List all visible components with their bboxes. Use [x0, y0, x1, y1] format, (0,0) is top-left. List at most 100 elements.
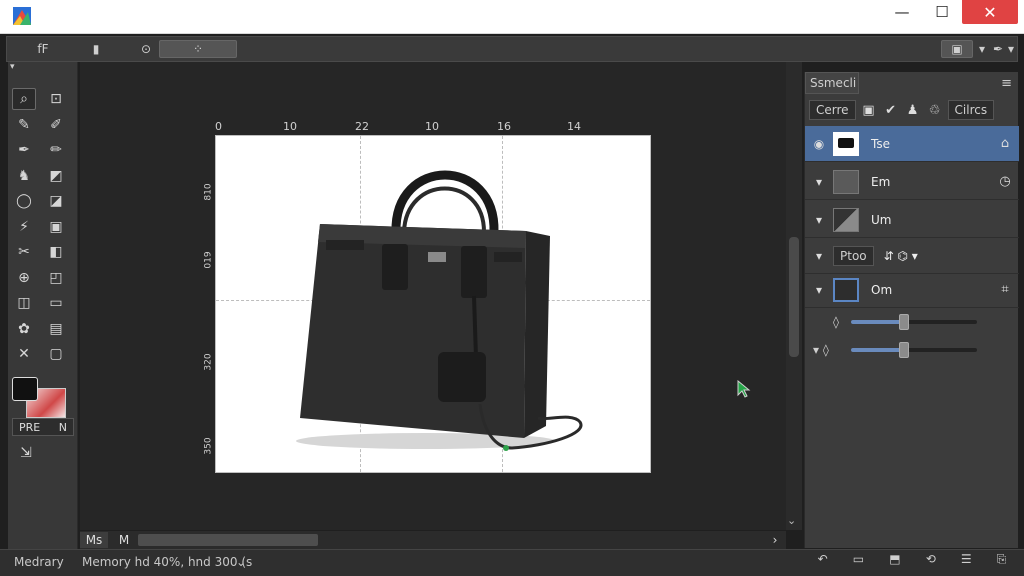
- layer-row[interactable]: ▾ Ptoo ⇵ ⌬ ▾: [805, 238, 1019, 274]
- ruler-tick-label: 350: [203, 437, 214, 455]
- tool-icon[interactable]: ⌕: [12, 88, 36, 110]
- tool-icon[interactable]: ▭: [44, 292, 68, 314]
- slider-fill: [851, 348, 904, 352]
- zoom-tab[interactable]: Ms: [80, 532, 108, 548]
- panel-collapse-icon[interactable]: ▾: [10, 62, 15, 72]
- tool-icon[interactable]: ◯: [12, 190, 36, 212]
- ruler-tick-label: 10: [283, 120, 297, 133]
- layer-row[interactable]: ▾ Um: [805, 202, 1019, 238]
- opacity-slider[interactable]: [851, 314, 977, 330]
- tool-icon[interactable]: ✂: [12, 241, 36, 263]
- tool-icon[interactable]: ◪: [44, 190, 68, 212]
- tool-icon[interactable]: ▢: [44, 343, 68, 365]
- expand-arrow-icon[interactable]: ▾: [805, 283, 833, 297]
- scroll-thumb[interactable]: [138, 534, 318, 546]
- tool-icon[interactable]: ▣: [44, 216, 68, 238]
- mode-label-right: N: [58, 420, 67, 434]
- layer-name-field[interactable]: Ptoo: [833, 245, 874, 266]
- scroll-down-arrow[interactable]: ⌄: [787, 514, 796, 527]
- expand-arrow-icon[interactable]: ▾: [805, 175, 833, 189]
- tool-icon[interactable]: ⚡: [12, 216, 36, 238]
- options-bar: fF ▮ ⊙ ⁘ ▣ ▾ ✒ ▾: [6, 36, 1018, 62]
- undo-icon[interactable]: ↶: [818, 552, 828, 566]
- tool-icon[interactable]: ⊕: [12, 267, 36, 289]
- tool-icon[interactable]: ✒: [12, 139, 36, 161]
- tool-icon[interactable]: ◧: [44, 241, 68, 263]
- foreground-color-swatch[interactable]: [12, 377, 38, 401]
- tool-icon[interactable]: ◩: [44, 165, 68, 187]
- tools-panel: ▾ ⌕ ⊡ ✎ ✐ ✒ ✏ ♞ ◩ ◯ ◪ ⚡ ▣ ✂ ◧ ⊕ ◰ ◫ ▭ ✿ ▤ ✕ ▢ PRE N ⇲: [8, 62, 78, 550]
- layer-name: Tse: [871, 136, 890, 151]
- maximize-button[interactable]: ☐: [920, 0, 964, 24]
- slider-knob[interactable]: [899, 314, 909, 330]
- duplicate-icon[interactable]: ⎘: [997, 552, 1007, 567]
- menu-icon[interactable]: ☰: [961, 552, 972, 566]
- tool-icon[interactable]: ✿: [12, 318, 36, 340]
- scroll-thumb[interactable]: [789, 237, 799, 357]
- mode-label: PRE: [19, 420, 41, 434]
- workspace-button[interactable]: ▣: [941, 40, 973, 58]
- distribute-control[interactable]: ⁘: [159, 40, 237, 58]
- transform-icon[interactable]: ⊙: [135, 40, 157, 58]
- layer-row[interactable]: ◉ Tse ⌂: [805, 126, 1019, 162]
- tool-icon[interactable]: ♞: [12, 165, 36, 187]
- mask-icon[interactable]: ⬒: [889, 552, 900, 566]
- ruler-tick-label: 320: [203, 353, 214, 371]
- new-layer-icon[interactable]: ▭: [853, 552, 864, 566]
- adjust-icon[interactable]: ⇵ ⌬ ▾: [884, 249, 991, 263]
- tool-icon[interactable]: ◫: [12, 292, 36, 314]
- tool-icon[interactable]: ◰: [44, 267, 68, 289]
- canvas-area[interactable]: 0 10 22 10 16 14 810 019 320 350: [80, 62, 786, 530]
- panel-tab[interactable]: Ssmecli: [805, 72, 859, 94]
- layer-row[interactable]: ▾ Em ◷: [805, 164, 1019, 200]
- status-label: Medrary: [14, 555, 64, 569]
- lock-position-icon[interactable]: ✔: [882, 103, 900, 118]
- lock-artboard-icon[interactable]: ♟: [904, 103, 922, 118]
- top-ruler: 0 10 22 10 16 14: [215, 120, 651, 134]
- mode-tab[interactable]: M: [116, 532, 132, 548]
- clock-icon[interactable]: ◷: [991, 174, 1019, 189]
- memory-status[interactable]: Memory hd 40%, hnd 300 (s: [82, 555, 252, 569]
- vertical-scrollbar[interactable]: ⌄: [786, 62, 802, 530]
- panel-menu-icon[interactable]: ≡: [1001, 76, 1012, 91]
- layer-row[interactable]: ▾ Om ⌗: [805, 272, 1019, 308]
- fill-slider-row: ▾ ◊: [805, 336, 1019, 364]
- chevron-down-icon[interactable]: ⌄: [236, 555, 246, 569]
- slider-knob[interactable]: [899, 342, 909, 358]
- opacity-select[interactable]: Cilrcs: [947, 100, 995, 120]
- layer-thumbnail: [833, 207, 859, 232]
- expand-arrow-icon[interactable]: ▾: [805, 249, 833, 263]
- lock-pixels-icon[interactable]: ▣: [860, 103, 878, 118]
- tool-icon[interactable]: ⊡: [44, 88, 68, 110]
- quick-mask-button[interactable]: PRE N: [12, 418, 74, 436]
- ruler-tick-label: 810: [203, 183, 214, 201]
- visibility-eye-icon[interactable]: ◉: [805, 137, 833, 151]
- expand-arrow-icon[interactable]: ▾: [805, 213, 833, 227]
- tool-icon[interactable]: ✕: [12, 343, 36, 365]
- lock-all-icon[interactable]: ♲: [926, 103, 944, 118]
- rotate-icon[interactable]: ⟲: [926, 552, 936, 566]
- tool-icon[interactable]: ▤: [44, 318, 68, 340]
- tool-icon[interactable]: ✐: [44, 114, 68, 136]
- fill-slider[interactable]: [851, 342, 977, 358]
- brush-icon[interactable]: ✒: [991, 40, 1005, 58]
- chevron-down-icon[interactable]: ▾: [975, 40, 989, 58]
- layer-name: Um: [871, 212, 892, 227]
- move-tool-icon[interactable]: fF: [25, 40, 61, 58]
- layers-panel: Ssmecli ≡ Cerre ▣ ✔ ♟ ♲ Cilrcs ◉ Tse ⌂ ▾…: [804, 72, 1019, 566]
- horizontal-scrollbar[interactable]: Ms M ›: [80, 531, 786, 549]
- scroll-right-arrow[interactable]: ›: [768, 532, 782, 548]
- curve-icon[interactable]: ⌗: [991, 282, 1019, 297]
- close-button[interactable]: ✕: [962, 0, 1018, 24]
- align-icon[interactable]: ▮: [85, 40, 107, 58]
- tool-icon[interactable]: ✏: [44, 139, 68, 161]
- tool-icon[interactable]: ✎: [12, 114, 36, 136]
- ruler-tick-label: 019: [203, 251, 214, 269]
- distribute-icon: ⁘: [192, 42, 204, 56]
- blend-mode-select[interactable]: Cerre: [809, 100, 856, 120]
- document-canvas[interactable]: [215, 135, 651, 473]
- chevron-down-icon[interactable]: ▾: [1005, 40, 1017, 58]
- home-icon[interactable]: ⌂: [991, 136, 1019, 151]
- minimize-button[interactable]: —: [880, 0, 924, 24]
- screen-mode-icon[interactable]: ⇲: [14, 442, 38, 464]
